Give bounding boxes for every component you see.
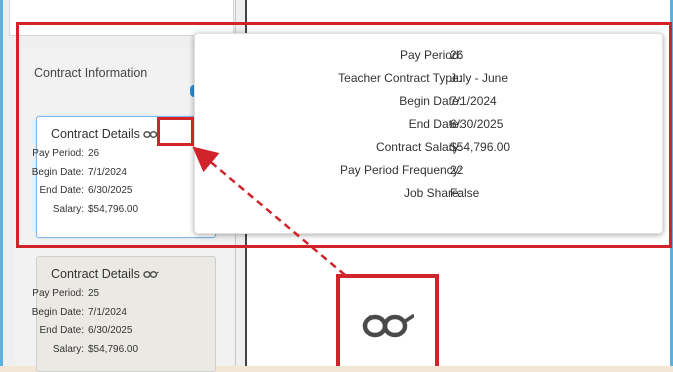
callout-arrow xyxy=(192,146,346,276)
